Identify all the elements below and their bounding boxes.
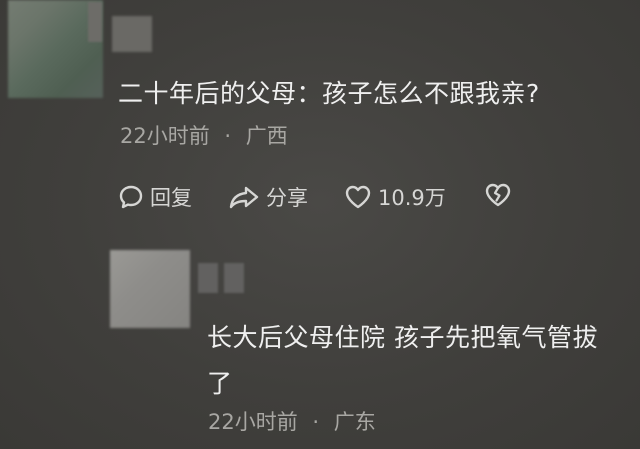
reply-label: 回复 <box>150 186 192 210</box>
heart-icon <box>344 184 372 210</box>
replier-name-blur[interactable] <box>224 263 244 293</box>
comment-meta: 22小时前 · 广西 <box>120 120 288 150</box>
broken-heart-icon <box>484 182 512 208</box>
comment-text: 二十年后的父母：孩子怎么不跟我亲? <box>118 79 540 108</box>
replier-name-blur[interactable] <box>198 263 218 293</box>
commenter-name-blur <box>88 2 102 42</box>
comment-location: 广西 <box>245 124 288 148</box>
reply-location: 广东 <box>333 410 376 434</box>
speech-bubble-icon <box>118 184 144 210</box>
replier-avatar[interactable] <box>110 250 190 328</box>
comment-time: 22小时前 <box>120 124 210 148</box>
meta-separator: · <box>312 410 320 434</box>
share-button[interactable]: 分享 <box>228 182 308 212</box>
share-label: 分享 <box>266 186 308 210</box>
meta-separator: · <box>224 124 232 148</box>
reply-button[interactable]: 回复 <box>118 182 192 212</box>
dislike-button[interactable] <box>484 182 512 208</box>
reply-text-line1: 长大后父母住院 孩子先把氧气管拔 <box>207 323 598 352</box>
reply-time: 22小时前 <box>208 410 298 434</box>
share-arrow-icon <box>228 184 260 210</box>
reply-text-line2: 了 <box>207 369 233 398</box>
like-button[interactable]: 10.9万 <box>344 182 446 212</box>
like-count: 10.9万 <box>378 186 446 210</box>
reply-meta: 22小时前 · 广东 <box>208 406 376 436</box>
commenter-name-blur[interactable] <box>112 16 152 52</box>
